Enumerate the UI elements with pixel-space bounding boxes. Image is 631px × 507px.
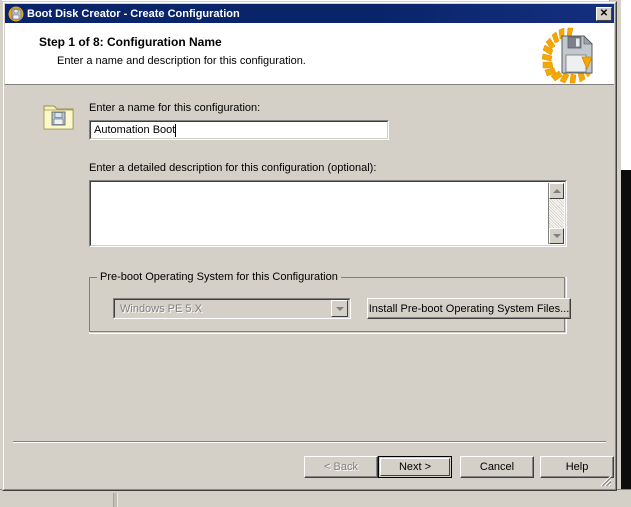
- description-scrollbar[interactable]: [548, 183, 564, 244]
- background-bottom-tick: [113, 493, 118, 507]
- chevron-down-icon[interactable]: [331, 300, 348, 317]
- configuration-description-box[interactable]: [89, 180, 567, 247]
- back-button[interactable]: < Back: [304, 456, 378, 478]
- scrollbar-track[interactable]: [549, 199, 564, 228]
- install-preboot-os-files-label: Install Pre-boot Operating System Files.…: [368, 302, 570, 315]
- next-button-label: Next >: [398, 461, 432, 473]
- preboot-os-groupbox: Pre-boot Operating System for this Confi…: [89, 271, 571, 334]
- install-preboot-os-files-button[interactable]: Install Pre-boot Operating System Files.…: [367, 298, 571, 319]
- os-select-value: Windows PE 5.X: [120, 302, 202, 315]
- window-title: Boot Disk Creator - Create Configuration: [27, 7, 240, 20]
- footer-buttons: < Back Next > Cancel Help: [5, 456, 614, 482]
- back-button-label: < Back: [324, 461, 358, 473]
- description-inner: [92, 183, 564, 244]
- dialog-body: Enter a name for this configuration: Aut…: [5, 86, 614, 489]
- floppy-disk-sunburst-icon: [534, 24, 606, 84]
- scroll-up-icon[interactable]: [549, 183, 564, 199]
- configuration-name-value: Automation Boot: [92, 123, 386, 137]
- app-disk-icon: [8, 6, 24, 22]
- preboot-os-select[interactable]: Windows PE 5.X: [113, 298, 351, 319]
- background-bottom-band: [0, 489, 631, 507]
- resize-grip[interactable]: [598, 473, 612, 487]
- help-button-label: Help: [565, 461, 589, 473]
- cancel-button[interactable]: Cancel: [460, 456, 534, 478]
- title-bar[interactable]: Boot Disk Creator - Create Configuration…: [5, 4, 614, 23]
- wizard-header: Step 1 of 8: Configuration Name Enter a …: [5, 23, 614, 85]
- background-dark-strip: [621, 170, 631, 490]
- description-field-label: Enter a detailed description for this co…: [89, 162, 377, 174]
- cancel-button-label: Cancel: [479, 461, 515, 473]
- page-subtitle: Enter a name and description for this co…: [57, 55, 306, 67]
- name-field-label: Enter a name for this configuration:: [89, 102, 261, 114]
- configuration-name-text: Automation Boot: [94, 124, 176, 136]
- create-configuration-dialog: Boot Disk Creator - Create Configuration…: [2, 1, 617, 491]
- configuration-description-input[interactable]: [92, 183, 548, 244]
- text-caret: [175, 123, 177, 137]
- os-select-inner: Windows PE 5.X: [116, 300, 348, 317]
- folder-with-floppy-icon: [43, 102, 75, 132]
- page-title: Step 1 of 8: Configuration Name: [39, 35, 222, 49]
- footer-separator: [13, 441, 606, 443]
- close-icon[interactable]: ✕: [596, 6, 612, 21]
- scroll-down-icon[interactable]: [549, 228, 564, 244]
- next-button[interactable]: Next >: [378, 456, 452, 478]
- groupbox-title: Pre-boot Operating System for this Confi…: [97, 271, 341, 283]
- configuration-name-input[interactable]: Automation Boot: [89, 120, 389, 140]
